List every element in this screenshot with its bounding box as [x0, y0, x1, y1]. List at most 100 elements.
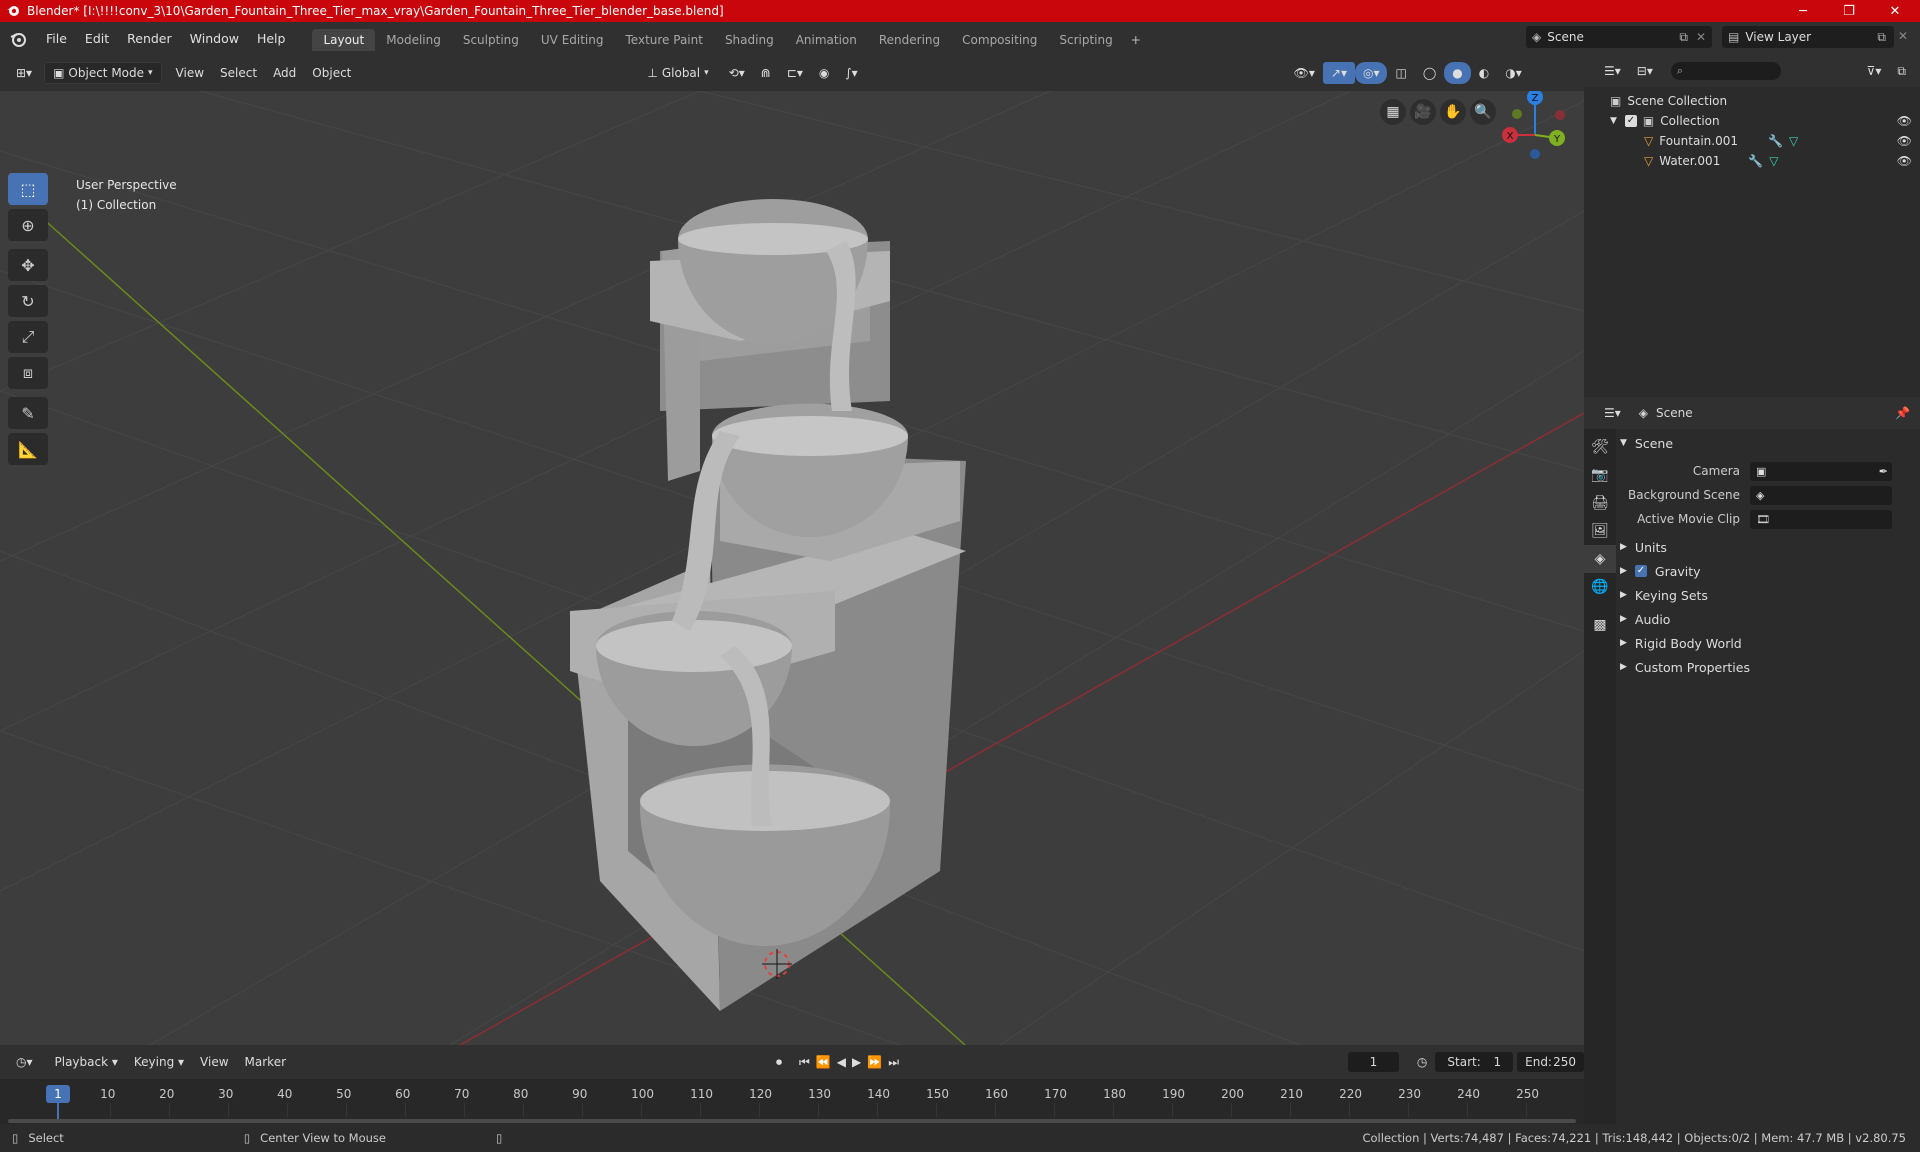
fountain-model[interactable] — [570, 199, 966, 1011]
tree-row-object[interactable]: ▽ Water.001 🔧 ▽ 👁 — [1584, 151, 1920, 171]
outliner-search-input[interactable]: ⌕ — [1670, 62, 1781, 80]
play-reverse-icon[interactable]: ◀ — [834, 1051, 849, 1073]
falloff-icon[interactable]: ∫▾ — [837, 62, 865, 84]
timeline-view-menu[interactable]: View — [192, 1051, 236, 1073]
audio-panel-header[interactable]: ▶ Audio — [1620, 607, 1920, 631]
jump-keyframe-forward-icon[interactable]: ⏩ — [864, 1051, 885, 1073]
playhead-frame-badge[interactable]: 1 — [46, 1085, 70, 1103]
tab-shading[interactable]: Shading — [714, 29, 785, 51]
annotate-tool-icon[interactable]: ✎ — [8, 397, 48, 429]
texture-props-tab-icon[interactable]: ▩ — [1584, 611, 1616, 639]
tab-layout[interactable]: Layout — [312, 28, 376, 51]
rotate-tool-icon[interactable]: ↻ — [8, 285, 48, 317]
pan-view-icon[interactable]: ✋ — [1440, 99, 1466, 125]
menu-select[interactable]: Select — [212, 62, 265, 84]
preview-range-icon[interactable]: ◷ — [1409, 1051, 1435, 1073]
camera-view-icon[interactable]: 🎥 — [1410, 99, 1436, 125]
menu-object[interactable]: Object — [304, 62, 359, 84]
gizmo-toggle-icon[interactable]: ↗▾ — [1322, 62, 1355, 84]
new-collection-icon[interactable]: ⧉ — [1889, 60, 1914, 82]
gravity-checkbox[interactable]: ✓ — [1634, 565, 1647, 577]
pivot-point-icon[interactable]: ⟲▾ — [721, 62, 753, 84]
eyedropper-icon[interactable]: ✒ — [1879, 465, 1888, 478]
current-frame-input[interactable]: 1 — [1348, 1052, 1399, 1072]
jump-start-icon[interactable]: ⏮ — [796, 1051, 813, 1073]
xray-icon[interactable]: ◫ — [1387, 62, 1414, 84]
tree-row-object[interactable]: ▽ Fountain.001 🔧 ▽ 👁 — [1584, 131, 1920, 151]
new-view-layer-icon[interactable]: ⧉ — [1877, 30, 1886, 45]
navigation-gizmo[interactable]: Z X Y — [1499, 91, 1571, 171]
eye-icon[interactable]: 👁 — [1897, 114, 1912, 128]
tab-rendering[interactable]: Rendering — [868, 29, 951, 51]
view-layer-tab-icon[interactable]: 🖼 — [1584, 517, 1616, 545]
cursor-tool-icon[interactable]: ⊕ — [8, 209, 48, 241]
eye-icon[interactable]: 👁 — [1897, 154, 1912, 168]
tab-animation[interactable]: Animation — [785, 29, 868, 51]
menu-add[interactable]: Add — [265, 62, 304, 84]
visibility-icon[interactable]: 👁▾ — [1286, 62, 1323, 84]
units-panel-header[interactable]: ▶ Units — [1620, 535, 1920, 559]
tree-row-scene-collection[interactable]: ▣ Scene Collection — [1584, 91, 1920, 111]
timeline-body[interactable]: 1 10 20 30 40 50 60 70 80 90 100 110 120 130 140 150 16… — [0, 1079, 1584, 1124]
modifier-wrench-icon[interactable]: 🔧 — [1768, 134, 1783, 148]
proportional-edit-icon[interactable]: ◉ — [811, 62, 837, 84]
output-props-tab-icon[interactable]: 🖨 — [1584, 489, 1616, 517]
keying-sets-panel-header[interactable]: ▶ Keying Sets — [1620, 583, 1920, 607]
tab-modeling[interactable]: Modeling — [375, 29, 452, 51]
gravity-panel-header[interactable]: ▶ ✓ Gravity — [1620, 559, 1920, 583]
new-scene-icon[interactable]: ⧉ — [1679, 30, 1688, 45]
jump-keyframe-back-icon[interactable]: ⏪ — [813, 1051, 834, 1073]
menu-edit[interactable]: Edit — [76, 29, 118, 49]
display-mode-icon[interactable]: ⊟▾ — [1629, 60, 1661, 82]
world-props-tab-icon[interactable]: 🌐 — [1584, 573, 1616, 601]
scale-tool-icon[interactable]: ⤢ — [8, 321, 48, 353]
tab-sculpting[interactable]: Sculpting — [452, 29, 530, 51]
mesh-data-icon[interactable]: ▽ — [1769, 154, 1778, 168]
expand-arrow-icon[interactable]: ▼ — [1610, 116, 1617, 126]
modifier-wrench-icon[interactable]: 🔧 — [1748, 154, 1763, 168]
eye-icon[interactable]: 👁 — [1897, 134, 1912, 148]
background-scene-input[interactable]: ◈ — [1750, 485, 1892, 505]
menu-file[interactable]: File — [37, 29, 76, 49]
scene-panel-header[interactable]: ▼ Scene — [1620, 431, 1920, 455]
start-frame-input[interactable]: Start: 1 — [1435, 1052, 1514, 1072]
play-icon[interactable]: ▶ — [849, 1051, 864, 1073]
blender-menu-icon[interactable] — [9, 30, 27, 48]
remove-view-layer-icon[interactable]: ✕ — [1898, 29, 1908, 43]
playback-menu[interactable]: Playback ▾ — [47, 1051, 126, 1073]
tab-texture-paint[interactable]: Texture Paint — [615, 29, 714, 51]
properties-editor-icon[interactable]: ☰▾ — [1596, 402, 1629, 424]
filter-icon[interactable]: ⊽▾ — [1859, 60, 1890, 82]
mode-selector[interactable]: ▣ Object Mode ▾ — [44, 62, 162, 84]
marker-menu[interactable]: Marker — [237, 1051, 294, 1073]
rigid-body-world-panel-header[interactable]: ▶ Rigid Body World — [1620, 631, 1920, 655]
wireframe-shading-icon[interactable]: ◯ — [1415, 62, 1444, 84]
menu-window[interactable]: Window — [181, 29, 248, 49]
overlay-toggle-icon[interactable]: ◎▾ — [1354, 62, 1388, 84]
menu-render[interactable]: Render — [118, 29, 181, 49]
add-workspace-button[interactable]: + — [1124, 29, 1148, 51]
toggle-grid-icon[interactable]: ▦ — [1380, 99, 1406, 125]
camera-input[interactable]: ▣ ✒ — [1750, 461, 1892, 481]
mesh-data-icon[interactable]: ▽ — [1789, 134, 1798, 148]
rendered-shading-icon[interactable]: ◑▾ — [1497, 62, 1530, 84]
scene-selector[interactable]: ◈ Scene ⧉ ✕ — [1526, 26, 1712, 48]
minimize-button[interactable]: ─ — [1780, 0, 1826, 22]
editor-type-icon[interactable]: ⊞▾ — [8, 62, 40, 84]
tab-uv-editing[interactable]: UV Editing — [530, 29, 615, 51]
measure-tool-icon[interactable]: 📐 — [8, 433, 48, 465]
tool-props-tab-icon[interactable]: 🛠 — [1584, 433, 1616, 461]
maximize-button[interactable]: ❐ — [1826, 0, 1872, 22]
timeline-editor-icon[interactable]: ◷▾ — [8, 1051, 41, 1073]
outliner-editor-icon[interactable]: ☰▾ — [1596, 60, 1629, 82]
menu-help[interactable]: Help — [248, 29, 295, 49]
view-layer-selector[interactable]: ▤ View Layer ⧉ — [1722, 26, 1894, 48]
close-button[interactable]: ✕ — [1872, 0, 1918, 22]
snap-icon[interactable]: ⋒ — [753, 62, 779, 84]
tree-row-collection[interactable]: ▼ ✓ ▣ Collection 👁 — [1584, 111, 1920, 131]
scene-props-tab-icon[interactable]: ◈ — [1584, 545, 1616, 573]
solid-shading-icon[interactable]: ● — [1444, 62, 1471, 84]
tab-compositing[interactable]: Compositing — [951, 29, 1048, 51]
material-shading-icon[interactable]: ◐ — [1471, 62, 1497, 84]
move-tool-icon[interactable]: ✥ — [8, 249, 48, 281]
